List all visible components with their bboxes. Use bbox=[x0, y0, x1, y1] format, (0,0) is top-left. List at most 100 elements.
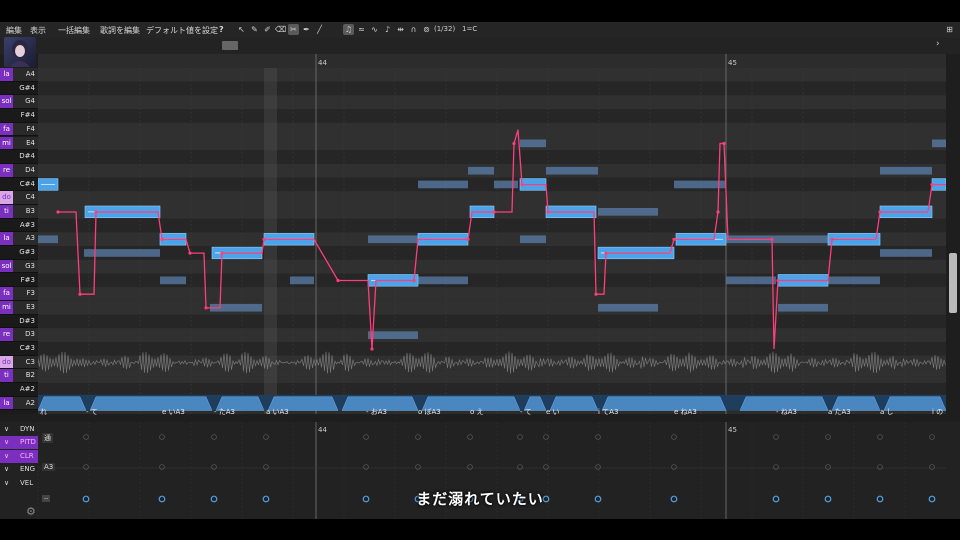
menu-view[interactable]: 表示 bbox=[30, 25, 46, 36]
help-icon[interactable]: ? bbox=[219, 25, 224, 34]
chevron-down-icon[interactable]: ∨ bbox=[4, 436, 9, 449]
key-gs4[interactable]: G#4 bbox=[0, 81, 38, 96]
scroll-right-icon[interactable]: › bbox=[936, 39, 940, 49]
lyric-label[interactable]: a し bbox=[880, 407, 894, 417]
piano-roll-grid[interactable]: 44 45 bbox=[38, 54, 946, 414]
lyric-label[interactable]: i の bbox=[932, 407, 943, 417]
param-clr[interactable]: ∨ CLR bbox=[0, 449, 38, 463]
pitd-point bbox=[877, 434, 883, 440]
bar-number-45: 45 bbox=[728, 426, 737, 434]
key-a2[interactable]: la A2 bbox=[0, 396, 38, 411]
menu-edit-lyrics[interactable]: 歌詞を編集 bbox=[100, 25, 140, 36]
lyric-label[interactable]: - たA3 bbox=[214, 407, 235, 417]
reference-note bbox=[880, 166, 932, 175]
wave-icon[interactable]: ≈ bbox=[356, 24, 367, 35]
headphone-icon[interactable]: ⊚ bbox=[421, 24, 432, 35]
arrows-icon[interactable]: ⇹ bbox=[395, 24, 406, 35]
lyric-label[interactable]: a たA3 bbox=[828, 407, 851, 417]
chevron-down-icon[interactable]: ∨ bbox=[4, 463, 9, 476]
chevron-down-icon[interactable]: ∨ bbox=[4, 450, 9, 463]
window-grid-icon[interactable]: ⊞ bbox=[944, 24, 955, 35]
chevron-down-icon[interactable]: ∨ bbox=[4, 423, 9, 436]
bar-number-45: 45 bbox=[728, 59, 737, 67]
param-dyn[interactable]: ∨ DYN bbox=[0, 423, 38, 436]
key-d4[interactable]: re D4 bbox=[0, 163, 38, 178]
lyric-label[interactable]: o え bbox=[470, 407, 484, 417]
lyric-label[interactable]: - ねA3 bbox=[776, 407, 797, 417]
key-g3[interactable]: sol G3 bbox=[0, 259, 38, 274]
eng-point bbox=[415, 464, 421, 470]
key-cs4[interactable]: C#4 bbox=[0, 177, 38, 192]
key-ds3[interactable]: D#3 bbox=[0, 314, 38, 329]
vibrato-pencil-icon[interactable]: ✐ bbox=[262, 24, 273, 35]
pen-icon[interactable]: ✒ bbox=[301, 24, 312, 35]
key-ds4[interactable]: D#4 bbox=[0, 150, 38, 164]
key-name: C#4 bbox=[19, 179, 35, 188]
eng-tag[interactable]: A3 bbox=[42, 463, 56, 471]
key-f3[interactable]: fa F3 bbox=[0, 287, 38, 301]
key-name: D3 bbox=[25, 330, 35, 339]
menu-set-defaults[interactable]: デフォルト値を設定 bbox=[146, 25, 218, 36]
key-c3[interactable]: do C3 bbox=[0, 355, 38, 370]
key-name: D#3 bbox=[19, 316, 35, 325]
key-a3[interactable]: la A3 bbox=[0, 232, 38, 247]
note-icon[interactable]: ♫ bbox=[343, 24, 354, 35]
pitch-control-point bbox=[262, 237, 266, 241]
avatar[interactable] bbox=[4, 37, 36, 67]
vertical-scroll-thumb[interactable] bbox=[949, 253, 957, 313]
vertical-scrollbar[interactable] bbox=[948, 68, 958, 414]
lyric-label[interactable]: o ぼA3 bbox=[418, 407, 441, 417]
piano-roll-canvas[interactable]: 44 45 bbox=[38, 54, 946, 414]
brush-icon[interactable]: ╱ bbox=[314, 24, 325, 35]
curve-icon[interactable]: ∿ bbox=[369, 24, 380, 35]
scissors-icon[interactable]: ✂ bbox=[288, 24, 299, 35]
lyric-label[interactable]: i てA3 bbox=[598, 407, 618, 417]
lyric-label[interactable]: - て bbox=[86, 407, 98, 417]
solfege-label: ti bbox=[0, 205, 13, 218]
lyric-label[interactable]: - おA3 bbox=[366, 407, 387, 417]
key-fs4[interactable]: F#4 bbox=[0, 109, 38, 123]
key-b3[interactable]: ti B3 bbox=[0, 205, 38, 219]
lyric-label[interactable]: e い bbox=[546, 407, 560, 417]
grid-row bbox=[38, 314, 946, 329]
key-e3[interactable]: mi E3 bbox=[0, 300, 38, 315]
cursor-icon[interactable]: ↖ bbox=[236, 24, 247, 35]
key-f4[interactable]: fa F4 bbox=[0, 122, 38, 137]
eng-point bbox=[467, 464, 473, 470]
eraser-icon[interactable]: ⌫ bbox=[275, 24, 286, 35]
key-as2[interactable]: A#2 bbox=[0, 383, 38, 397]
playhead-handle[interactable] bbox=[222, 41, 238, 50]
param-pitd[interactable]: ∨ PITD bbox=[0, 436, 38, 450]
key-d3[interactable]: re D3 bbox=[0, 328, 38, 342]
timeline-ruler[interactable]: › bbox=[0, 38, 960, 54]
arc-icon[interactable]: ∩ bbox=[408, 24, 419, 35]
piano-keyboard[interactable]: la A4 G#4 sol G4 F#4 fa F4 mi E4 D#4 re D4 C#4 do C4 ti B… bbox=[0, 68, 38, 414]
key-b2[interactable]: ti B2 bbox=[0, 369, 38, 384]
key-cs3[interactable]: C#3 bbox=[0, 342, 38, 356]
pitd-tag[interactable]: 通 bbox=[42, 433, 53, 443]
lyric-label[interactable]: a いA3 bbox=[266, 407, 289, 417]
param-eng[interactable]: ∨ ENG bbox=[0, 463, 38, 476]
line-icon[interactable]: ♪ bbox=[382, 24, 393, 35]
menu-batch-edit[interactable]: 一括編集 bbox=[58, 25, 90, 36]
pitch-control-point bbox=[370, 347, 374, 351]
solfege-label: fa bbox=[0, 122, 13, 136]
key-gs3[interactable]: G#3 bbox=[0, 246, 38, 260]
reference-note bbox=[418, 180, 468, 189]
lyric-label[interactable]: e いA3 bbox=[162, 407, 185, 417]
key-signature[interactable]: 1=C bbox=[462, 25, 477, 33]
lyric-label[interactable]: - て bbox=[520, 407, 532, 417]
key-a4[interactable]: la A4 bbox=[0, 68, 38, 82]
key-g4[interactable]: sol G4 bbox=[0, 95, 38, 110]
reference-note bbox=[38, 235, 58, 244]
pencil-icon[interactable]: ✎ bbox=[249, 24, 260, 35]
key-e4[interactable]: mi E4 bbox=[0, 136, 38, 151]
eng-point bbox=[211, 464, 217, 470]
pitch-control-point bbox=[512, 141, 516, 146]
key-fs3[interactable]: F#3 bbox=[0, 273, 38, 288]
menu-edit[interactable]: 編集 bbox=[6, 25, 22, 36]
lyric-label[interactable]: e ねA3 bbox=[674, 407, 697, 417]
key-as3[interactable]: A#3 bbox=[0, 218, 38, 233]
key-c4[interactable]: do C4 bbox=[0, 191, 38, 205]
lyric-label[interactable]: れ bbox=[40, 407, 47, 417]
